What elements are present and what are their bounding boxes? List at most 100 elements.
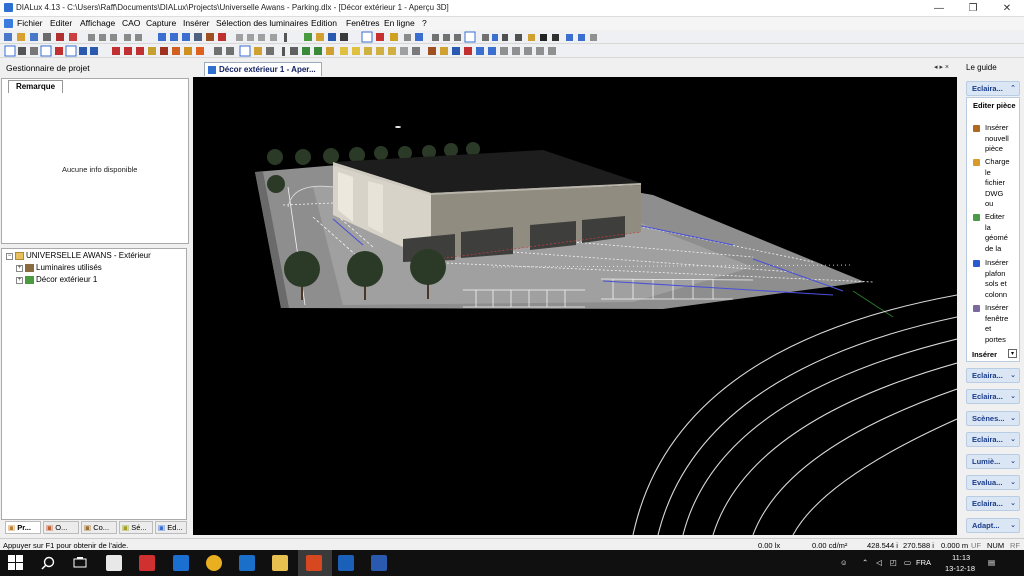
toolbar-2-icons[interactable] [0, 45, 620, 58]
guide-item-text[interactable]: Insérer [985, 123, 1008, 134]
tab-edition[interactable]: ▣ Ed... [155, 521, 187, 534]
guide-footer-inserer[interactable]: Insérer [972, 350, 997, 361]
word-icon[interactable] [371, 555, 387, 571]
guide-item-text[interactable]: sols et [985, 279, 1007, 290]
menu-help[interactable]: ? [422, 18, 427, 28]
remark-panel [1, 78, 189, 244]
menu-editer[interactable]: Editer [50, 18, 72, 28]
3d-scene[interactable] [193, 77, 957, 535]
menu-fichier[interactable]: Fichier [17, 18, 43, 28]
toolbar-row-1 [0, 31, 1024, 44]
guide-item-text[interactable]: pièce [985, 144, 1003, 155]
guide-item-text[interactable]: et [985, 324, 991, 335]
guide-item-text[interactable]: Insérer [985, 303, 1008, 314]
tree-expand-toggle[interactable]: + [16, 277, 23, 284]
guide-item-text[interactable]: de la [985, 244, 1001, 255]
guide-section-label: Adapt... [972, 521, 1000, 530]
chevron-down-icon: ⌄ [1010, 436, 1016, 443]
guide-section-collapsed[interactable]: Eclaira... ⌄ [966, 389, 1020, 404]
guide-item-text[interactable]: géomé [985, 233, 1008, 244]
dropdown-arrow-icon[interactable]: ▾ [1008, 349, 1017, 358]
menu-fenetres[interactable]: Fenêtres [346, 18, 380, 28]
guide-item-text[interactable]: colonn [985, 290, 1007, 301]
menu-inserer[interactable]: Insérer [183, 18, 209, 28]
gift-icon[interactable] [139, 555, 155, 571]
guide-item-text[interactable]: plafon [985, 269, 1005, 280]
guide-section-label: Eclaira... [972, 435, 1003, 444]
status-rf: RF [1010, 541, 1020, 550]
guide-section-collapsed[interactable]: Eclaira... ⌄ [966, 496, 1020, 511]
windows-start-icon[interactable] [8, 555, 24, 571]
tree-collapse-toggle[interactable]: − [6, 253, 13, 260]
clock-date[interactable]: 13-12-18 [945, 564, 975, 573]
chevron-down-icon: ⌄ [1010, 393, 1016, 400]
menu-edition[interactable]: Edition [311, 18, 337, 28]
guide-item-text[interactable]: portes [985, 335, 1006, 346]
menu-cao[interactable]: CAO [122, 18, 140, 28]
minimize-button[interactable]: — [922, 0, 956, 17]
guide-section-open[interactable]: Eclaira... ⌃ [966, 81, 1020, 96]
view-navigation-controls[interactable]: ◂ ▸ × [934, 63, 949, 71]
task-view-icon[interactable] [73, 556, 87, 570]
tree-expand-toggle[interactable]: + [16, 265, 23, 272]
guide-item-icon [973, 125, 980, 132]
status-uf: UF [971, 541, 981, 550]
guide-item-text[interactable]: Insérer [985, 258, 1008, 269]
tab-objects[interactable]: ▣ O... [43, 521, 79, 534]
document-tab[interactable]: Décor extérieur 1 - Aper... [204, 62, 322, 76]
volume-icon[interactable]: ◁ [876, 558, 882, 567]
outlook-icon[interactable] [239, 555, 255, 571]
network-icon[interactable]: ◰ [890, 558, 897, 567]
chevron-up-icon: ⌃ [1010, 85, 1016, 92]
guide-section-collapsed[interactable]: Scènes... ⌄ [966, 411, 1020, 426]
clock-time[interactable]: 11:13 [952, 553, 970, 562]
guide-section-collapsed[interactable]: Eclaira... ⌄ [966, 432, 1020, 447]
guide-item-text[interactable]: DWG [985, 189, 1003, 200]
document-menu-icon[interactable] [4, 19, 13, 28]
tree-item-luminaires[interactable]: Luminaires utilisés [36, 263, 102, 272]
guide-item-text[interactable]: nouvell [985, 134, 1009, 145]
guide-section-collapsed[interactable]: Evalua... ⌄ [966, 475, 1020, 490]
tab-project[interactable]: ▣ Pr... [5, 521, 41, 534]
dialux-taskbar-icon[interactable] [306, 555, 322, 571]
toolbar-1-icons[interactable] [0, 31, 620, 44]
guide-item-text[interactable]: fenêtre [985, 314, 1008, 325]
menu-selection-luminaires[interactable]: Sélection des luminaires [216, 18, 308, 28]
3d-viewport[interactable] [193, 77, 957, 535]
search-icon[interactable] [41, 556, 55, 570]
status-help: Appuyer sur F1 pour obtenir de l'aide. [3, 541, 129, 550]
tab-colors[interactable]: ▣ Co... [81, 521, 117, 534]
store-icon[interactable] [106, 555, 122, 571]
people-icon[interactable]: ☺ [840, 558, 848, 567]
tab-selection[interactable]: ▣ Sé... [119, 521, 153, 534]
guide-item-text[interactable]: Charge [985, 157, 1010, 168]
guide-section-collapsed[interactable]: Adapt... ⌄ [966, 518, 1020, 533]
edge-icon[interactable] [173, 555, 189, 571]
guide-item-text[interactable]: ou [985, 199, 993, 210]
tree-root-project[interactable]: UNIVERSELLE AWANS - Extérieur [26, 251, 151, 260]
menu-capture[interactable]: Capture [146, 18, 176, 28]
menu-affichage[interactable]: Affichage [80, 18, 115, 28]
menu-en-ligne[interactable]: En ligne [384, 18, 415, 28]
battery-icon[interactable]: ▭ [904, 558, 911, 567]
language-indicator[interactable]: FRA [916, 558, 931, 567]
tab-remarque[interactable]: Remarque [8, 80, 63, 93]
guide-item-text[interactable]: la [985, 223, 991, 234]
guide-section-collapsed[interactable]: Lumiè... ⌄ [966, 454, 1020, 469]
close-button[interactable]: ✕ [990, 0, 1024, 17]
guide-item-text[interactable]: le [985, 168, 991, 179]
guide-section-collapsed[interactable]: Eclaira... ⌄ [966, 368, 1020, 383]
chevron-up-icon[interactable]: ⌃ [862, 558, 868, 567]
guide-item-text[interactable]: fichier [985, 178, 1005, 189]
luminaire-icon [25, 264, 34, 272]
file-explorer-icon[interactable] [272, 555, 288, 571]
notifications-icon[interactable]: ▤ [988, 558, 995, 567]
guide-item-text[interactable]: Editer [985, 212, 1005, 223]
chrome-icon[interactable] [206, 555, 222, 571]
menu-bar: Fichier Editer Affichage CAO Capture Ins… [0, 17, 1024, 30]
maximize-button[interactable]: ❐ [956, 0, 990, 17]
guide-title: Le guide [966, 63, 997, 72]
outlook-2-icon[interactable] [338, 555, 354, 571]
tree-item-decor-exterieur[interactable]: Décor extérieur 1 [36, 275, 97, 284]
dialux-app-icon [4, 3, 13, 12]
